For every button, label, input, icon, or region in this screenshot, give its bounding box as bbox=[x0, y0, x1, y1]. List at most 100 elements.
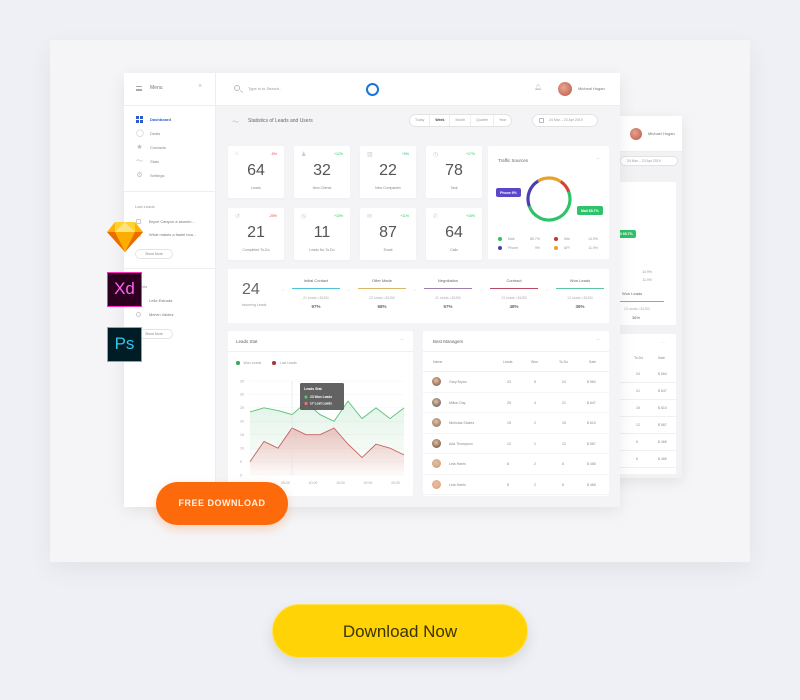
clock-icon: ◷ bbox=[301, 214, 307, 220]
period-quarter[interactable]: Quarter bbox=[471, 115, 495, 126]
tooltip-lost: 17 Lost Leads bbox=[310, 402, 332, 406]
legend-dot bbox=[554, 237, 558, 242]
best-managers-header: Best Managers ··· bbox=[423, 331, 609, 352]
funnel-stage[interactable]: Won Leads 13 Leads • $1250 36% bbox=[556, 278, 604, 309]
funnel-stage[interactable]: Initial Contact 21 Leads • $1250 97% bbox=[292, 278, 340, 309]
stat-value: 78 bbox=[445, 162, 463, 179]
stage-title: Won Leads bbox=[569, 278, 591, 283]
ps-app-icon: Ps bbox=[107, 327, 142, 362]
legend-site: Site 14.9% bbox=[554, 237, 598, 242]
sidebar-item-settings[interactable]: ⚙ Settings bbox=[124, 169, 216, 183]
manager-won: 2 bbox=[534, 482, 536, 487]
user-name[interactable]: Micheal Hogan bbox=[578, 86, 605, 91]
more-icon[interactable]: ··· bbox=[596, 337, 600, 343]
free-download-button[interactable]: FREE DOWNLOAD bbox=[156, 482, 288, 525]
client-item[interactable]: Melvin Valdez bbox=[136, 312, 174, 318]
last-lead-item[interactable]: What makes a fastel bou... bbox=[136, 232, 196, 238]
hamburger-icon[interactable] bbox=[136, 86, 142, 91]
stage-bar bbox=[424, 288, 472, 289]
topbar: Type in to Search... 🔔︎ Micheal Hogan bbox=[216, 73, 620, 106]
stat-card-task[interactable]: ◷ +17% 78 Task bbox=[426, 146, 482, 198]
ghost-sale-cell: $ 564 bbox=[658, 372, 667, 376]
phone-icon: ✆ bbox=[433, 214, 439, 220]
manager-name: Nicholas Stokes bbox=[449, 421, 475, 425]
trend-icon: 〜 bbox=[232, 119, 239, 126]
manager-todo: 21 bbox=[562, 400, 566, 405]
building-icon: ▥ bbox=[367, 152, 373, 158]
stat-value: 11 bbox=[313, 224, 331, 241]
sidebar-item-contacts[interactable]: ★ Contacts bbox=[124, 141, 216, 155]
arrow-right-icon: → bbox=[280, 287, 285, 293]
phone-tooltip: Phone 9% bbox=[496, 188, 521, 197]
stat-card-email[interactable]: ✉ +11% 87 Email bbox=[360, 208, 416, 260]
period-month[interactable]: Month bbox=[450, 115, 472, 126]
col-won[interactable]: Won bbox=[531, 360, 538, 364]
stage-bar bbox=[490, 288, 538, 289]
stat-card-calls[interactable]: ✆ +15% 64 Calls bbox=[426, 208, 482, 260]
tooltip-title: Leads Stat bbox=[304, 387, 323, 391]
manager-sale: $ 610 bbox=[587, 421, 596, 425]
manager-avatar bbox=[432, 459, 441, 468]
manager-sale: $ 564 bbox=[587, 380, 596, 384]
more-icon[interactable]: ··· bbox=[596, 156, 600, 162]
client-item[interactable]: Leila Estrada bbox=[149, 298, 172, 303]
period-today[interactable]: Today bbox=[410, 115, 431, 126]
ghost-date-range: 24 Mar – 23 Apr 2019 bbox=[620, 156, 678, 166]
sidebar-item-label: Dashboard bbox=[150, 117, 171, 122]
period-year[interactable]: Year bbox=[494, 115, 511, 126]
close-icon[interactable]: × bbox=[198, 83, 202, 90]
stat-change: +12% bbox=[333, 152, 343, 156]
period-week[interactable]: Week bbox=[430, 115, 451, 126]
stat-card-leads[interactable]: ⌂ -5% 64 Leads bbox=[228, 146, 284, 198]
sidebar-item-label: Contacts bbox=[150, 145, 166, 150]
tooltip-lost-dot bbox=[304, 401, 308, 406]
search-icon bbox=[234, 85, 240, 91]
sidebar-item-dashboard[interactable]: Dashboard bbox=[124, 113, 216, 127]
table-row[interactable]: Nicholas Stokes 15 2 15 $ 610 bbox=[423, 413, 609, 434]
funnel-stage[interactable]: Negotiation 21 Leads • $1250 57% bbox=[424, 278, 472, 309]
donut-segment-phone[interactable] bbox=[526, 179, 540, 207]
stat-label: Completed To-Do bbox=[242, 248, 270, 252]
col-sale[interactable]: Sale bbox=[589, 360, 596, 364]
table-row[interactable]: Ada Thompson 12 1 12 $ 567 bbox=[423, 434, 609, 454]
download-now-button[interactable]: Download Now bbox=[272, 604, 528, 658]
stat-card-leads-no-to-do[interactable]: ◷ +10% 11 Leads No To-Do bbox=[294, 208, 350, 260]
stat-card-new-clients[interactable]: ♟ +12% 32 New Clients bbox=[294, 146, 350, 198]
sidebar-item-label: Stats bbox=[150, 159, 160, 164]
table-row[interactable]: Lela Harris 8 2 6 $ 465 bbox=[423, 475, 609, 495]
bell-icon[interactable]: 🔔︎ bbox=[534, 84, 542, 91]
donut-segment-site[interactable] bbox=[559, 180, 571, 193]
y-tick-label: 25 bbox=[240, 406, 244, 410]
sidebar-item-stats[interactable]: 〜 Stats bbox=[124, 155, 216, 169]
avatar[interactable] bbox=[558, 82, 572, 96]
col-leads[interactable]: Leads bbox=[503, 360, 513, 364]
legend-mail: Mail 85.7% bbox=[498, 237, 540, 242]
col-name[interactable]: Name bbox=[433, 360, 442, 364]
stat-card-new-companies[interactable]: ▥ +5% 22 New Companies bbox=[360, 146, 416, 198]
last-lead-item[interactable]: Bryce Canyon a stunnin... bbox=[136, 219, 195, 225]
stat-card-completed-to-do[interactable]: ↺ -25% 21 Completed To-Do bbox=[228, 208, 284, 260]
table-row[interactable]: Milton Day 25 4 21 $ 647 bbox=[423, 393, 609, 413]
donut-segment-mail[interactable] bbox=[527, 191, 572, 222]
funnel-stage[interactable]: Offer Made 22 Leads • $1250 68% bbox=[358, 278, 406, 309]
more-icon[interactable]: ··· bbox=[400, 337, 404, 343]
traffic-title: Traffic Sources bbox=[498, 158, 529, 163]
brand-logo[interactable] bbox=[366, 83, 379, 96]
sidebar-item-deals[interactable]: ◯ Deals bbox=[124, 127, 216, 141]
ghost-avatar bbox=[630, 128, 642, 140]
ghost-sale-cell: $ 465 bbox=[658, 440, 667, 444]
funnel-stage[interactable]: Contract 13 Leads • $1250 48% bbox=[490, 278, 538, 309]
clock-icon: ◷ bbox=[433, 152, 439, 158]
stage-title: Offer Made bbox=[372, 278, 392, 283]
col-todo[interactable]: To Do bbox=[559, 360, 568, 364]
date-range-picker[interactable]: 24 Mar – 23 Apr 2019 bbox=[532, 114, 598, 127]
ghost-todo-cell: 15 bbox=[636, 406, 640, 410]
page-title: Statistics of Leads and Users bbox=[248, 118, 313, 124]
table-row[interactable]: Gary Bryan 33 5 24 $ 564 bbox=[423, 372, 609, 393]
search-input[interactable]: Type in to Search... bbox=[248, 86, 282, 91]
y-tick-label: 20 bbox=[240, 420, 244, 424]
donut-segment-api[interactable] bbox=[537, 176, 562, 183]
leads-stat-card: Leads Stat ··· Won Leads Lost Leads 0 5 10… bbox=[228, 331, 413, 496]
table-row[interactable]: Lela Harris 8 2 6 $ 465 bbox=[423, 454, 609, 475]
manager-sale: $ 465 bbox=[587, 482, 596, 487]
